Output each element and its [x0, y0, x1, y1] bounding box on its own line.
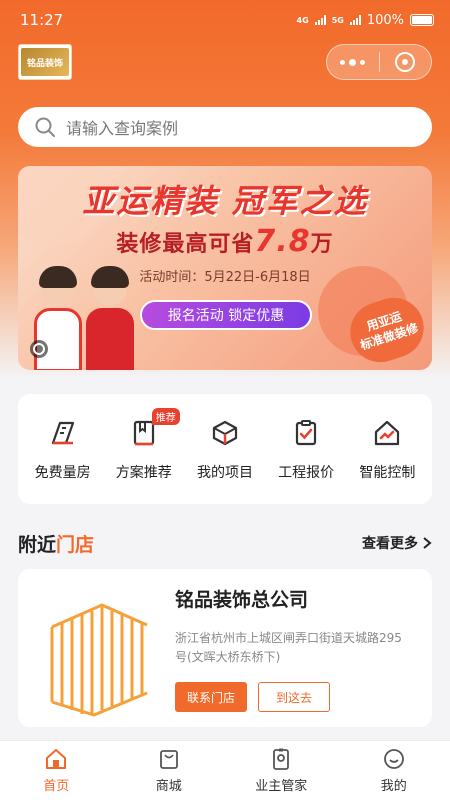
contact-store-button[interactable]: 联系门店	[175, 682, 247, 712]
store-address: 浙江省杭州市上城区闸弄口街道天城路295号(文晖大桥东桥下)	[175, 631, 402, 665]
contact-store-label: 联系门店	[186, 690, 235, 705]
network-4g-label: 4G	[296, 15, 309, 25]
quick-action-label: 免费量房	[34, 465, 91, 481]
view-more-label: 查看更多	[362, 536, 418, 552]
search-icon	[35, 117, 55, 137]
tab-owner-steward[interactable]: 业主管家	[236, 747, 326, 794]
brand-logo-text: 铭品装饰	[21, 48, 69, 76]
section-title-plain: 附近	[18, 533, 57, 556]
section-title: 附近门店	[18, 530, 94, 557]
quick-action-label: 智能控制	[359, 465, 416, 481]
quick-action-label: 工程报价	[278, 465, 335, 481]
banner-title: 亚运精装 冠军之选	[82, 182, 368, 220]
quick-action-label: 我的项目	[196, 465, 253, 481]
store-card[interactable]: 铭品装饰总公司 浙江省杭州市上城区闸弄口街道天城路295号(文晖大桥东桥下) 联…	[18, 569, 432, 727]
battery-icon	[410, 14, 434, 26]
close-miniprogram-button[interactable]	[380, 45, 432, 79]
tab-label: 我的	[380, 779, 407, 794]
more-dots-icon	[340, 58, 366, 66]
search-input[interactable]: 请输入查询案例	[18, 107, 432, 147]
camera-icon	[30, 340, 48, 358]
status-bar: 11:27 4G 5G 100%	[0, 0, 450, 40]
home-icon	[46, 749, 67, 769]
store-building-image	[50, 603, 148, 717]
banner-subtitle-suffix: 万	[310, 232, 334, 257]
tab-home[interactable]: 首页	[11, 747, 101, 794]
banner-signup-label: 报名活动 锁定优惠	[167, 308, 285, 324]
banner-signup-button[interactable]: 报名活动 锁定优惠	[140, 300, 312, 330]
smart-home-icon	[370, 416, 404, 450]
quick-action-smart[interactable]: 智能控制	[347, 416, 427, 482]
quick-actions: 免费量房 推荐 方案推荐 我的项目 工程报价 智能控制	[18, 394, 432, 504]
bottom-tab-bar: 首页 商城 业主管家 我的	[0, 740, 450, 800]
box-icon	[208, 416, 242, 450]
tab-mine[interactable]: 我的	[349, 747, 439, 794]
chevron-right-icon	[423, 537, 432, 549]
tab-label: 首页	[43, 779, 70, 794]
more-menu-button[interactable]	[327, 45, 379, 79]
recommend-badge: 推荐	[151, 408, 180, 425]
badge-icon	[273, 748, 290, 770]
navigate-button[interactable]: 到这去	[258, 682, 330, 712]
banner-subtitle: 装修最高可省7.8万	[18, 224, 432, 259]
miniprogram-capsule	[326, 44, 432, 80]
signal-icon	[349, 15, 361, 25]
store-name: 铭品装饰总公司	[175, 589, 309, 611]
clipboard-icon	[289, 416, 323, 450]
target-icon	[395, 52, 416, 72]
tab-label: 商城	[155, 779, 182, 794]
view-more-link[interactable]: 查看更多	[362, 533, 432, 553]
tab-label: 业主管家	[255, 779, 308, 794]
promo-banner[interactable]: 亚运精装 冠军之选 装修最高可省7.8万 活动时间：5月22日-6月18日 报名…	[18, 166, 432, 370]
quick-action-quote[interactable]: 工程报价	[266, 416, 346, 482]
navigate-label: 到这去	[275, 690, 312, 705]
quick-action-plans[interactable]: 推荐 方案推荐	[104, 408, 184, 482]
banner-date: 活动时间：5月22日-6月18日	[139, 270, 311, 285]
shop-bag-icon	[159, 750, 178, 769]
smile-icon	[383, 749, 404, 769]
banner-subtitle-prefix: 装修最高可省	[116, 232, 255, 257]
status-indicators: 4G 5G 100%	[297, 13, 434, 28]
quick-action-measure[interactable]: 免费量房	[23, 416, 103, 482]
athlete-figure-2	[86, 266, 134, 370]
brand-logo[interactable]: 铭品装饰	[18, 44, 72, 80]
signal-icon	[314, 15, 326, 25]
status-time: 11:27	[20, 11, 64, 29]
network-5g-label: 5G	[331, 15, 344, 25]
quick-action-projects[interactable]: 我的项目	[185, 416, 265, 482]
ruler-icon	[46, 416, 80, 450]
quick-action-label: 方案推荐	[115, 465, 172, 481]
tab-shop[interactable]: 商城	[124, 747, 214, 794]
search-placeholder: 请输入查询案例	[66, 119, 179, 138]
banner-subtitle-amount: 7.8	[254, 224, 311, 259]
battery-percent: 100%	[366, 12, 404, 28]
nearby-stores-header: 附近门店 查看更多	[18, 528, 432, 558]
section-title-accent: 门店	[56, 533, 95, 556]
